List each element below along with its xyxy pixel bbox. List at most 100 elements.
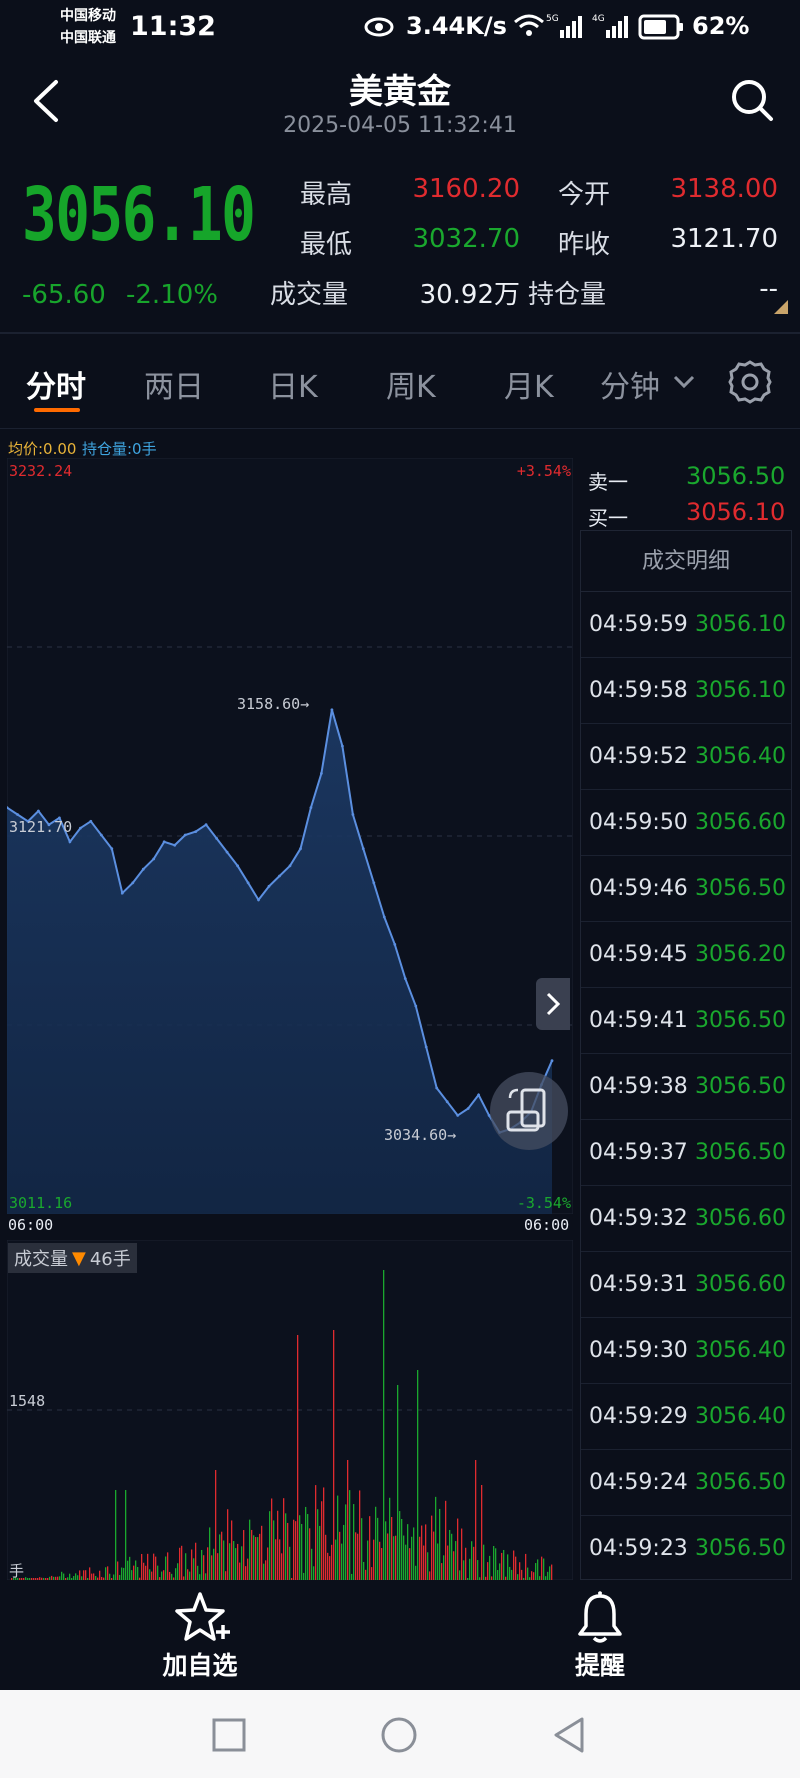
tab-weekly-k[interactable]: 周K — [386, 362, 436, 406]
price-point-28 — [299, 847, 302, 851]
tab-monthly-k[interactable]: 月K — [504, 362, 554, 406]
price-point-30 — [320, 772, 323, 775]
trade-time: 04:59:52 — [589, 744, 688, 769]
volume-bar — [525, 1553, 527, 1580]
volume-bar — [259, 1533, 261, 1580]
x-axis-end: 06:00 — [524, 1216, 570, 1234]
rotate-screen-button[interactable] — [490, 1072, 568, 1150]
y-axis-bottom-label: 3011.16 — [9, 1194, 72, 1212]
volume-bar — [379, 1541, 381, 1580]
volume-bar — [417, 1370, 419, 1580]
volume-bar — [135, 1560, 137, 1580]
volume-bar — [157, 1565, 159, 1580]
tab-two-day[interactable]: 两日 — [144, 362, 204, 406]
home-icon[interactable] — [380, 1716, 418, 1754]
ask-label: 卖一 — [588, 470, 628, 494]
volume-bar — [177, 1563, 179, 1580]
alert-button[interactable]: 提醒 — [540, 1586, 660, 1686]
tab-daily-k[interactable]: 日K — [268, 362, 318, 406]
volume-bar — [353, 1504, 355, 1580]
volume-bar — [549, 1566, 551, 1580]
price-point-13 — [141, 867, 145, 871]
volume-bar — [225, 1571, 227, 1580]
volume-bar — [241, 1546, 243, 1580]
volume-bar — [475, 1460, 477, 1580]
volume-bar — [169, 1571, 171, 1580]
bell-icon — [578, 1591, 622, 1643]
tab-minute[interactable]: 分钟 — [600, 362, 660, 406]
trade-time: 04:59:23 — [589, 1536, 688, 1561]
trade-time: 04:59:29 — [589, 1404, 688, 1429]
volume-bar — [551, 1564, 553, 1580]
price-point-16 — [173, 843, 177, 847]
volume-bar — [283, 1498, 285, 1580]
volume-bar — [533, 1572, 535, 1580]
settings-gear-icon[interactable] — [726, 358, 774, 406]
volume-bar — [461, 1528, 463, 1580]
volume-bar — [93, 1573, 95, 1580]
tab-intraday[interactable]: 分时 — [26, 362, 86, 406]
volume-bar — [203, 1555, 205, 1580]
volume-bar — [515, 1556, 517, 1580]
divider — [0, 332, 800, 334]
carrier-1: 中国移动 — [60, 8, 116, 24]
volume-bar — [229, 1543, 231, 1580]
volume-bar — [249, 1519, 251, 1580]
price-change-pct: -2.10% — [126, 280, 218, 310]
trade-time: 04:59:24 — [589, 1470, 688, 1495]
volume-bar — [421, 1525, 423, 1580]
signal-5g-icon: 5G — [546, 14, 582, 38]
chevron-down-icon[interactable] — [672, 374, 696, 390]
trade-price: 3056.50 — [695, 1074, 786, 1099]
price-point-20 — [215, 837, 219, 840]
volume-value: 30.92万 — [419, 280, 520, 310]
back-nav-icon[interactable] — [552, 1716, 586, 1754]
price-point-29 — [309, 806, 313, 809]
volume-bar — [507, 1554, 509, 1580]
low-marker: 3034.60→ — [384, 1126, 456, 1144]
price-point-12 — [131, 881, 135, 885]
volume-bar — [425, 1524, 427, 1580]
price-point-43 — [456, 1114, 460, 1117]
volume-bar — [307, 1514, 309, 1580]
trade-row: 04:59:38 3056.50 — [581, 1054, 791, 1120]
volume-bar — [331, 1544, 333, 1580]
trade-row: 04:59:30 3056.40 — [581, 1318, 791, 1384]
volume-bar — [267, 1547, 269, 1580]
caret-down-icon: ▼ — [72, 1247, 86, 1269]
price-chart[interactable]: 3232.24 +3.54% 3121.70 3011.16 -3.54% 31… — [7, 458, 573, 1214]
active-tab-indicator — [34, 408, 80, 412]
volume-bar — [415, 1565, 417, 1580]
trade-row: 04:59:50 3056.60 — [581, 790, 791, 856]
volume-bar — [83, 1570, 85, 1580]
add-watchlist-button[interactable]: 加自选 — [140, 1586, 260, 1686]
volume-bar — [121, 1567, 123, 1580]
trade-time: 04:59:37 — [589, 1140, 688, 1165]
price-point-3 — [37, 809, 40, 813]
trade-time: 04:59:38 — [589, 1074, 688, 1099]
volume-bar — [343, 1524, 345, 1580]
volume-bar — [217, 1553, 219, 1580]
battery-icon — [638, 14, 683, 40]
volume-bar — [405, 1544, 407, 1580]
volume-bar — [315, 1485, 317, 1580]
volume-bar — [355, 1532, 357, 1580]
volume-bar — [455, 1541, 457, 1580]
volume-bar — [179, 1547, 181, 1580]
trade-price: 3056.60 — [695, 1272, 786, 1297]
trade-detail-panel[interactable]: 成交明细 04:59:59 3056.10 04:59:58 3056.10 04:59… — [580, 530, 792, 1582]
expand-panel-button[interactable] — [536, 978, 570, 1030]
volume-bar — [347, 1460, 349, 1580]
volume-bar — [439, 1508, 441, 1580]
volume-bar — [185, 1553, 187, 1580]
volume-bar — [263, 1563, 265, 1580]
volume-bar — [411, 1536, 413, 1580]
recent-apps-icon[interactable] — [212, 1718, 246, 1752]
search-icon[interactable] — [730, 78, 774, 122]
volume-bar — [509, 1566, 511, 1580]
volume-bar — [75, 1573, 77, 1580]
price-point-26 — [278, 874, 281, 878]
volume-bar — [495, 1548, 497, 1580]
volume-bar — [493, 1546, 495, 1580]
ask-price: 3056.50 — [686, 462, 786, 490]
